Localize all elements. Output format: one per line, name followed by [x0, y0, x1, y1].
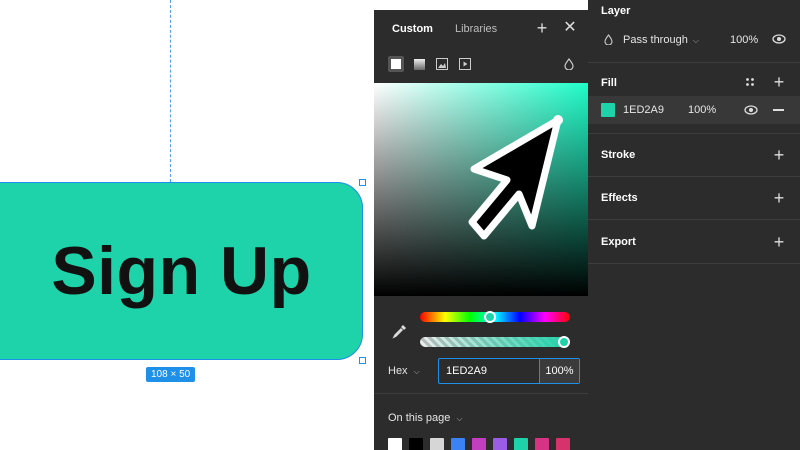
fill-type-selector: [388, 56, 480, 74]
color-swatch[interactable]: [556, 438, 570, 450]
hex-input[interactable]: [439, 359, 539, 383]
remove-fill-minus-icon[interactable]: [773, 109, 784, 111]
gradient-fill-icon[interactable]: [411, 56, 427, 72]
divider: [588, 62, 800, 63]
opacity-slider-handle[interactable]: [558, 336, 570, 348]
tab-libraries[interactable]: Libraries: [455, 23, 497, 35]
add-effect-plus-icon[interactable]: +: [772, 189, 786, 207]
color-swatch[interactable]: [430, 438, 444, 450]
add-fill-plus-icon[interactable]: +: [772, 73, 786, 91]
blend-mode-drop-icon[interactable]: [564, 58, 574, 70]
size-badge: 108 × 50: [146, 367, 196, 382]
export-section-title: Export: [601, 236, 636, 248]
page-color-swatches: [388, 438, 577, 450]
divider: [588, 263, 800, 264]
solid-fill-icon[interactable]: [388, 56, 404, 72]
fill-hex-value[interactable]: 1ED2A9: [623, 104, 664, 116]
stroke-section-title: Stroke: [601, 149, 636, 161]
divider: [588, 219, 800, 220]
divider: [374, 393, 588, 394]
fill-row[interactable]: 1ED2A9 100%: [588, 96, 800, 124]
divider: [588, 133, 800, 134]
properties-panel: Layer Pass through ⌵ 100% Fill + 1ED2A9 …: [588, 0, 800, 450]
styles-grid-icon[interactable]: [745, 77, 755, 87]
fill-opacity-value[interactable]: 100%: [688, 104, 716, 116]
blend-mode-label: Pass through: [623, 34, 688, 46]
sign-up-button-frame[interactable]: Sign Up: [0, 182, 363, 360]
opacity-slider[interactable]: [420, 337, 570, 347]
video-fill-icon[interactable]: [457, 56, 473, 72]
mouse-pointer-icon: [468, 116, 562, 240]
color-swatch[interactable]: [514, 438, 528, 450]
image-fill-icon[interactable]: [434, 56, 450, 72]
color-swatch[interactable]: [493, 438, 507, 450]
layer-section-title: Layer: [601, 5, 631, 17]
picker-tabs: Custom Libraries: [374, 10, 588, 48]
color-picker-popover: Custom Libraries + ✕ Hex ⌵ 100%: [374, 10, 588, 450]
hex-color-field: 100%: [438, 358, 580, 384]
add-export-plus-icon[interactable]: +: [772, 233, 786, 251]
fill-color-swatch[interactable]: [601, 103, 615, 117]
add-stroke-plus-icon[interactable]: +: [772, 146, 786, 164]
chevron-down-icon: ⌵: [456, 414, 463, 423]
chevron-down-icon: ⌵: [413, 367, 420, 376]
page-colors-select[interactable]: On this page ⌵: [388, 412, 463, 424]
color-swatch[interactable]: [472, 438, 486, 450]
chevron-down-icon: ⌵: [692, 36, 699, 45]
tab-custom[interactable]: Custom: [392, 23, 433, 35]
eyedropper-icon[interactable]: [392, 323, 408, 339]
eye-icon[interactable]: [772, 34, 786, 44]
color-format-select[interactable]: Hex ⌵: [388, 365, 420, 377]
color-format-label: Hex: [388, 365, 408, 377]
color-swatch[interactable]: [535, 438, 549, 450]
color-swatch[interactable]: [388, 438, 402, 450]
color-swatch[interactable]: [451, 438, 465, 450]
sign-up-label: Sign Up: [51, 233, 312, 309]
plus-icon[interactable]: +: [534, 19, 550, 37]
alpha-input[interactable]: 100%: [539, 359, 579, 383]
eye-icon[interactable]: [744, 105, 758, 115]
blend-mode-select[interactable]: Pass through ⌵: [623, 34, 699, 46]
resize-handle-top-right[interactable]: [359, 179, 366, 186]
fill-section-title: Fill: [601, 77, 617, 89]
hue-slider-handle[interactable]: [484, 311, 496, 323]
close-icon[interactable]: ✕: [562, 20, 578, 36]
resize-handle-bottom-right[interactable]: [359, 357, 366, 364]
color-swatch[interactable]: [409, 438, 423, 450]
page-colors-label: On this page: [388, 412, 451, 424]
effects-section-title: Effects: [601, 192, 638, 204]
blend-mode-drop-icon: [604, 34, 613, 45]
alignment-guide: [170, 0, 171, 182]
layer-opacity-value[interactable]: 100%: [730, 34, 758, 46]
divider: [588, 176, 800, 177]
